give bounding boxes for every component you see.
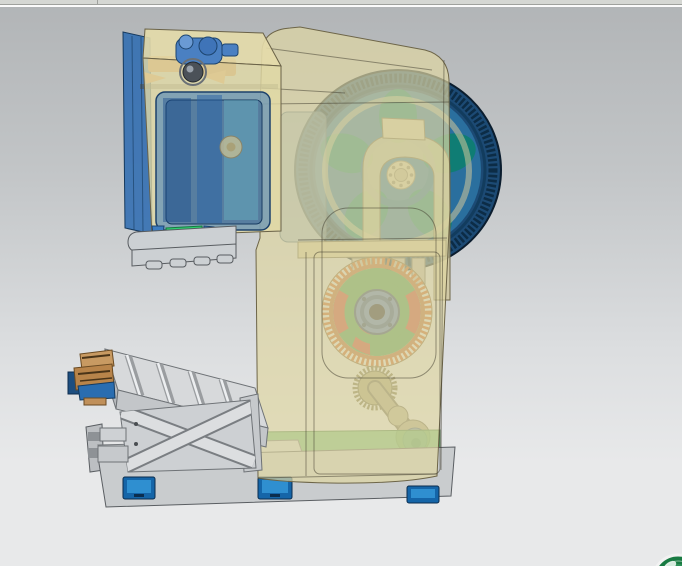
base-step-notch xyxy=(88,432,100,441)
slide-ledge xyxy=(97,445,129,463)
column-housing[interactable] xyxy=(255,26,451,484)
knob-highlight xyxy=(186,65,194,73)
vise-tab xyxy=(83,397,107,406)
cad-app-window xyxy=(0,0,682,566)
adjust-knob[interactable] xyxy=(179,58,207,86)
clamp-tab xyxy=(221,43,239,57)
3d-viewport[interactable] xyxy=(0,0,682,566)
column-shell xyxy=(255,26,451,484)
ram-head[interactable] xyxy=(122,28,282,237)
knob xyxy=(182,61,204,83)
slide-ledge xyxy=(99,427,127,442)
app-logo-sphere xyxy=(655,553,682,566)
clamp-lobe xyxy=(198,36,218,56)
clamp-lobe xyxy=(178,34,194,50)
bolt-hole xyxy=(134,422,138,426)
head-window xyxy=(155,91,271,231)
bolt-hole xyxy=(134,442,138,446)
table-vise[interactable] xyxy=(67,349,116,406)
clapper-box[interactable] xyxy=(127,225,237,270)
